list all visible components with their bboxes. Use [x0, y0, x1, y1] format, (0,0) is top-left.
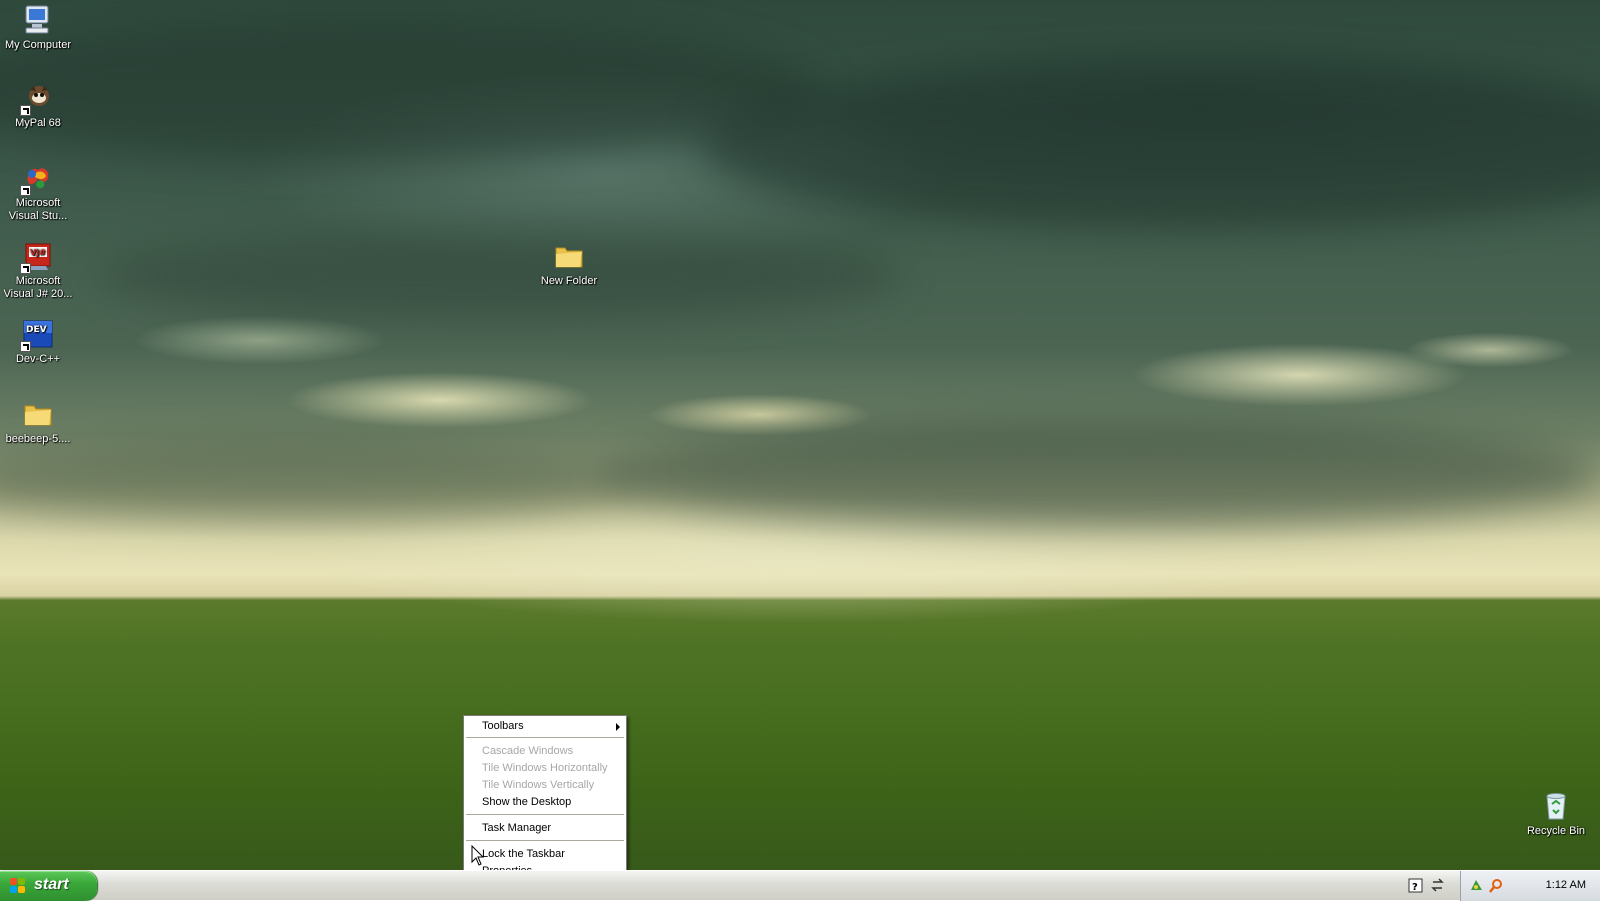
desktop-icon-my-computer[interactable]: My Computer: [0, 4, 76, 52]
menu-item-task-manager[interactable]: Task Manager: [464, 820, 626, 837]
desktop-icon-label: Microsoft Visual Stu...: [8, 197, 68, 222]
cloud-band: [100, 230, 900, 320]
menu-separator: [466, 840, 624, 841]
system-tray: 1:12 AM: [1460, 871, 1600, 901]
menu-item-label: Tile Windows Vertically: [482, 779, 595, 791]
windows-logo-icon: [10, 878, 26, 894]
devcpp-icon: DEV: [20, 318, 54, 352]
mypal-icon: [20, 82, 54, 116]
menu-item-label: Lock the Taskbar: [482, 848, 565, 860]
desktop-icon-visual-studio[interactable]: Microsoft Visual Stu...: [0, 162, 76, 223]
desktop-icon-label: beebeep-5....: [5, 433, 71, 445]
desktop-icon-label: Microsoft Visual J# 20...: [3, 275, 73, 300]
my-computer-icon: [22, 4, 54, 36]
cloud-band: [0, 440, 640, 520]
mouse-cursor-icon: [471, 845, 485, 866]
cloud-band: [600, 420, 1600, 530]
desktop-icon-label: MyPal 68: [15, 117, 61, 129]
shortcut-arrow-icon: [20, 263, 31, 274]
visual-studio-icon: [20, 162, 54, 196]
folder-icon: [553, 240, 585, 272]
shortcut-arrow-icon: [20, 185, 31, 196]
svg-text:?: ?: [1412, 882, 1418, 893]
svg-text:VJ#: VJ#: [30, 248, 46, 257]
desktop-icon-recycle-bin[interactable]: Recycle Bin: [1518, 790, 1594, 838]
desktop-icon-devcpp[interactable]: DEV Dev-C++: [0, 318, 76, 366]
cloud-band: [0, 20, 820, 160]
tray-app-icon[interactable]: [1469, 878, 1484, 893]
menu-item-label: Task Manager: [482, 822, 552, 834]
folder-icon: [22, 398, 54, 430]
network-arrows-icon[interactable]: [1430, 878, 1445, 893]
start-label: start: [34, 876, 69, 893]
help-icon[interactable]: ?: [1408, 878, 1423, 893]
menu-item-label: Toolbars: [482, 720, 524, 732]
desktop-icon-visual-jsharp[interactable]: VJ# Microsoft Visual J# 20...: [0, 240, 76, 301]
menu-item-show-desktop[interactable]: Show the Desktop: [464, 794, 626, 811]
menu-item-cascade-windows: Cascade Windows: [464, 743, 626, 760]
start-button[interactable]: start: [0, 871, 97, 901]
desktop-icon-label: My Computer: [4, 39, 72, 51]
submenu-arrow-icon: [616, 723, 620, 731]
menu-item-lock-taskbar[interactable]: ✓ Lock the Taskbar: [464, 846, 626, 863]
menu-item-toolbars[interactable]: Toolbars: [464, 718, 626, 735]
shortcut-arrow-icon: [20, 105, 31, 116]
taskbar[interactable]: start ? 1:12 AM: [0, 870, 1600, 901]
svg-text:DEV: DEV: [26, 325, 47, 335]
clock[interactable]: 1:12 AM: [1546, 879, 1586, 891]
desktop-icon-label: New Folder: [540, 275, 598, 287]
menu-item-tile-vertically: Tile Windows Vertically: [464, 777, 626, 794]
desktop-icon-new-folder[interactable]: New Folder: [531, 240, 607, 288]
desktop-icon-label: Dev-C++: [15, 353, 61, 365]
visual-jsharp-icon: VJ#: [20, 240, 54, 274]
menu-item-tile-horizontally: Tile Windows Horizontally: [464, 760, 626, 777]
desktop-icon-beebeep-folder[interactable]: beebeep-5....: [0, 398, 76, 446]
cloud-band: [700, 60, 1600, 230]
taskbar-context-menu: Toolbars Cascade Windows Tile Windows Ho…: [463, 715, 627, 881]
menu-item-label: Tile Windows Horizontally: [482, 762, 608, 774]
menu-item-label: Cascade Windows: [482, 745, 574, 757]
menu-item-label: Show the Desktop: [482, 796, 572, 808]
desktop-wallpaper: My Computer MyPal 68 Microsoft Visual St…: [0, 0, 1600, 870]
recycle-bin-icon: [1540, 790, 1572, 822]
desktop-icon-label: Recycle Bin: [1526, 825, 1586, 837]
desktop-icon-mypal[interactable]: MyPal 68: [0, 82, 76, 130]
shortcut-arrow-icon: [20, 341, 31, 352]
tray-search-icon[interactable]: [1489, 878, 1504, 893]
menu-separator: [466, 737, 624, 738]
menu-separator: [466, 814, 624, 815]
